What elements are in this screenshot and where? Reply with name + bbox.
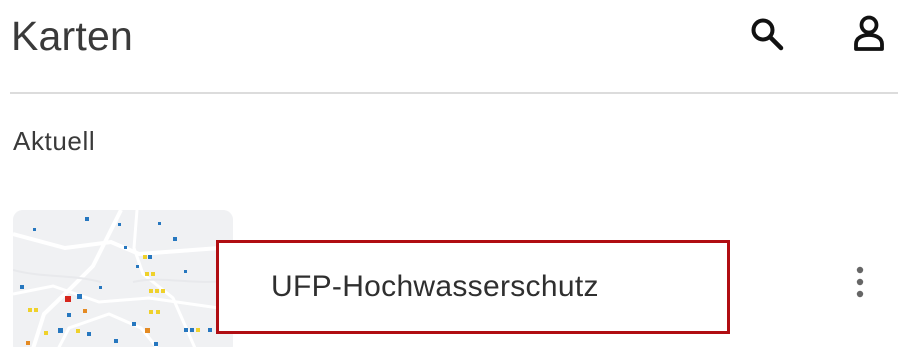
account-icon — [854, 15, 884, 51]
map-thumbnail[interactable] — [13, 210, 233, 347]
maps-screen: Karten Aktuell UFP-Hochwasserschutz — [0, 0, 898, 347]
map-thumbnail-image — [13, 210, 233, 347]
section-title-current: Aktuell — [13, 126, 96, 156]
app-header: Karten — [0, 0, 898, 92]
page-title: Karten — [11, 13, 133, 59]
map-title-highlight[interactable]: UFP-Hochwasserschutz — [216, 240, 730, 334]
search-icon — [751, 18, 784, 51]
more-vertical-icon — [856, 266, 864, 298]
header-divider — [10, 92, 898, 94]
map-list-item[interactable]: UFP-Hochwasserschutz — [0, 202, 898, 347]
account-button[interactable] — [846, 11, 892, 57]
map-more-options-button[interactable] — [838, 260, 882, 304]
search-button[interactable] — [744, 11, 790, 57]
map-title[interactable]: UFP-Hochwasserschutz — [271, 268, 599, 306]
